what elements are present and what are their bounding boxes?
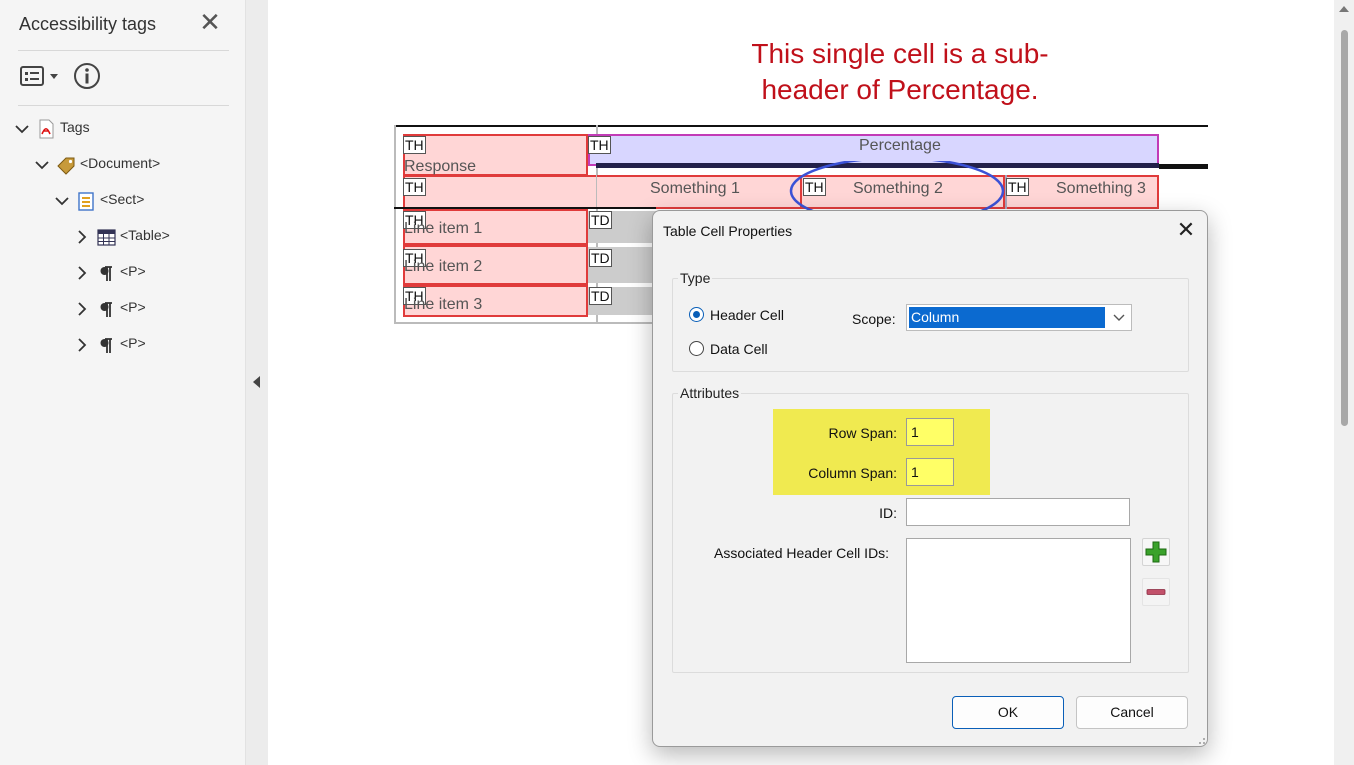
table-rule <box>596 175 597 209</box>
close-panel-button[interactable]: ✕ <box>199 9 221 35</box>
tree-item-label: <P> <box>120 335 146 351</box>
ok-button[interactable]: OK <box>952 696 1064 729</box>
th-row-subheader[interactable] <box>403 175 1159 209</box>
scroll-up-arrow-icon[interactable] <box>1339 6 1349 12</box>
list-options-icon <box>20 66 58 86</box>
annotation-line-2: header of Percentage. <box>761 74 1039 105</box>
tree-item-label: <Sect> <box>100 191 145 207</box>
chevron-right-icon[interactable] <box>74 265 90 281</box>
data-cell-label[interactable]: Data Cell <box>710 341 768 357</box>
th-tag: TH <box>403 178 426 196</box>
paragraph-icon <box>100 302 112 317</box>
id-input[interactable] <box>906 498 1130 526</box>
scope-select[interactable]: Column <box>906 304 1132 331</box>
tree-item-label: Tags <box>60 119 90 135</box>
resize-grip-icon[interactable] <box>1196 735 1206 745</box>
th-tag: TH <box>403 136 426 154</box>
dialog-title: Table Cell Properties <box>663 223 793 239</box>
cell-text-line-item-1: Line item 1 <box>404 220 483 237</box>
th-tag: TH <box>1006 178 1029 196</box>
paragraph-icon <box>100 338 112 353</box>
chevron-down-icon[interactable] <box>14 121 30 137</box>
type-group-label: Type <box>678 270 713 286</box>
table-rule <box>394 125 1208 127</box>
attributes-group-label: Attributes <box>678 385 742 401</box>
info-button[interactable] <box>73 62 101 90</box>
panel-title: Accessibility tags <box>19 14 157 34</box>
add-header-id-button[interactable] <box>1142 538 1170 566</box>
cancel-button[interactable]: Cancel <box>1076 696 1188 729</box>
chevron-right-icon[interactable] <box>74 301 90 317</box>
collapse-arrow-icon[interactable] <box>253 376 260 388</box>
scope-selected-value: Column <box>909 307 1105 328</box>
header-cell-radio[interactable] <box>689 307 704 322</box>
cell-text-line-item-2: Line item 2 <box>404 258 483 275</box>
tree-item-table[interactable]: <Table> <box>74 225 244 249</box>
annotation-callout: This single cell is a sub- header of Per… <box>690 36 1110 108</box>
table-rule <box>1159 164 1208 169</box>
row-span-input[interactable]: 1 <box>906 418 954 446</box>
header-cell-label[interactable]: Header Cell <box>710 307 784 323</box>
chevron-right-icon[interactable] <box>74 337 90 353</box>
column-span-label: Column Span: <box>808 465 897 481</box>
chevron-down-icon[interactable] <box>54 193 70 209</box>
th-tag: TH <box>588 136 611 154</box>
remove-header-id-button[interactable] <box>1142 578 1170 606</box>
tree-item-p[interactable]: <P> <box>74 261 244 285</box>
tree-item-p[interactable]: <P> <box>74 297 244 321</box>
minus-icon <box>1146 589 1166 595</box>
td-tag: TD <box>589 249 612 267</box>
associated-header-ids-list[interactable] <box>906 538 1131 663</box>
table-cell-properties-dialog: Table Cell Properties ✕ Type Header Cell… <box>652 210 1208 747</box>
table-rule <box>394 322 654 324</box>
span-highlight <box>773 409 990 495</box>
chevron-down-icon[interactable] <box>34 157 50 173</box>
data-cell-radio[interactable] <box>689 341 704 356</box>
cell-text-something-1: Something 1 <box>650 180 740 197</box>
tag-icon <box>57 157 75 175</box>
options-menu-button[interactable] <box>20 64 62 88</box>
scrollbar-thumb[interactable] <box>1341 30 1348 426</box>
td-tag: TD <box>589 211 612 229</box>
accessibility-tags-panel: Accessibility tags ✕ Tags <Document> <Se… <box>0 0 246 765</box>
info-icon <box>74 63 100 89</box>
cell-text-response: Response <box>404 158 477 175</box>
table-rule <box>394 125 396 324</box>
tree-item-document[interactable]: <Document> <box>34 153 234 177</box>
tree-item-label: <P> <box>120 299 146 315</box>
id-label: ID: <box>879 505 897 521</box>
row-span-label: Row Span: <box>828 425 897 441</box>
tree-item-p[interactable]: <P> <box>74 333 244 357</box>
panel-divider <box>18 105 229 106</box>
scope-label: Scope: <box>852 311 896 327</box>
plus-icon <box>1145 541 1167 563</box>
tree-item-label: <P> <box>120 263 146 279</box>
associated-header-ids-label: Associated Header Cell IDs: <box>714 545 890 561</box>
tree-item-sect[interactable]: <Sect> <box>54 189 234 213</box>
chevron-down-icon[interactable] <box>1113 312 1125 322</box>
tree-item-tags[interactable]: Tags <box>14 117 214 141</box>
dialog-close-button[interactable]: ✕ <box>1175 219 1197 241</box>
table-icon <box>97 229 116 246</box>
annotation-line-1: This single cell is a sub- <box>751 38 1049 69</box>
panel-divider <box>18 50 229 51</box>
tree-item-label: <Document> <box>80 155 161 171</box>
td-tag: TD <box>589 287 612 305</box>
paragraph-icon <box>100 266 112 281</box>
cell-text-line-item-3: Line item 3 <box>404 296 483 313</box>
tree-item-label: <Table> <box>120 227 170 243</box>
cell-text-something-3: Something 3 <box>1056 180 1146 197</box>
chevron-right-icon[interactable] <box>74 229 90 245</box>
pdf-icon <box>39 119 54 139</box>
column-span-input[interactable]: 1 <box>906 458 954 486</box>
cell-text-percentage: Percentage <box>859 137 941 154</box>
section-icon <box>78 192 94 211</box>
